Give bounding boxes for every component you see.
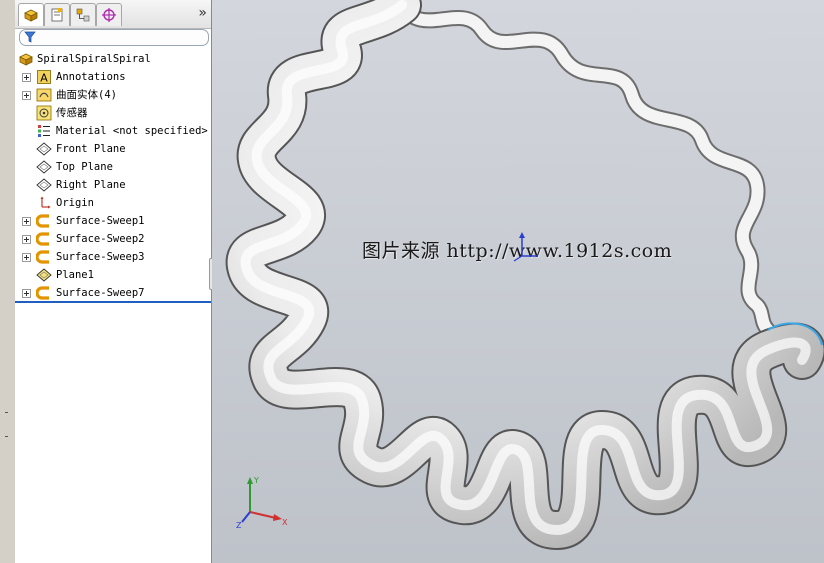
manager-tab-bar: » (15, 0, 211, 29)
material-icon (38, 125, 50, 137)
tab-dimxpert-manager[interactable] (96, 3, 122, 26)
sweep-icon (36, 250, 49, 264)
tree-item-sensors[interactable]: 传感器 (15, 104, 211, 122)
tree-item-surface-sweep2[interactable]: Surface-Sweep2 (15, 230, 211, 248)
tree-item-label: Front Plane (56, 143, 126, 155)
strip-tick (5, 412, 8, 413)
spiral-coil-model (225, 0, 824, 550)
property-manager-icon (51, 8, 63, 22)
graphics-viewport[interactable]: 图片来源 http://www.1912s.com Y X Z (212, 0, 824, 563)
tree-item-surface-sweep3[interactable]: Surface-Sweep3 (15, 248, 211, 266)
tree-item-surface-bodies[interactable]: 曲面实体(4) (15, 86, 211, 104)
sweep-icon (36, 214, 49, 228)
expand-toggle[interactable] (22, 289, 31, 298)
tree-item-label: Plane1 (56, 269, 94, 281)
tab-property-manager[interactable] (44, 3, 70, 26)
tree-item-label: Surface-Sweep7 (56, 287, 145, 299)
tree-item-plane1[interactable]: Plane1 (15, 266, 211, 284)
tree-item-label: 曲面实体(4) (56, 89, 117, 101)
plane-icon (36, 160, 52, 174)
filter-icon (24, 31, 36, 43)
feature-filter-input[interactable] (19, 29, 209, 46)
tree-item-right-plane[interactable]: Right Plane (15, 176, 211, 194)
origin-icon (40, 196, 51, 209)
strip-tick (5, 436, 8, 437)
surface-bodies-icon (36, 88, 52, 102)
plane-icon (36, 142, 52, 156)
tree-item-annotations[interactable]: A Annotations (15, 68, 211, 86)
dimxpert-icon (102, 8, 116, 22)
tree-item-root[interactable]: SpiralSpiralSpiral (15, 50, 211, 68)
tree-item-material[interactable]: Material <not specified> (15, 122, 211, 140)
sensors-icon (36, 105, 52, 121)
tree-item-label: Right Plane (56, 179, 126, 191)
part-icon (19, 53, 33, 66)
tree-item-origin[interactable]: Origin (15, 194, 211, 212)
configuration-manager-icon (76, 8, 90, 22)
tree-item-surface-sweep7[interactable]: Surface-Sweep7 (15, 284, 211, 302)
reference-triad: Y X Z (236, 476, 288, 530)
expand-toggle[interactable] (22, 91, 31, 100)
tab-overflow-chevron[interactable]: » (198, 5, 207, 21)
tree-item-label: 传感器 (56, 107, 88, 119)
feature-tree: SpiralSpiralSpiral A Annotations 曲面实体(4) (15, 50, 211, 302)
annotations-icon: A (37, 70, 51, 85)
plane-icon (36, 268, 52, 282)
sweep-icon (36, 286, 49, 300)
tree-item-label: Surface-Sweep1 (56, 215, 145, 227)
tree-item-label: Surface-Sweep3 (56, 251, 145, 263)
tab-feature-manager[interactable] (18, 3, 44, 26)
tree-item-label: Material <not specified> (56, 125, 208, 137)
feature-manager-panel: » SpiralSpiralSpiral A Annotations 曲面实体(… (15, 0, 212, 563)
rollback-bar[interactable] (15, 301, 211, 303)
triad-y-label: Y (253, 476, 259, 485)
tree-item-label: SpiralSpiralSpiral (37, 53, 151, 65)
expand-toggle[interactable] (22, 73, 31, 82)
tree-item-label: Top Plane (56, 161, 113, 173)
expand-toggle[interactable] (22, 253, 31, 262)
expand-toggle[interactable] (22, 235, 31, 244)
tree-item-surface-sweep1[interactable]: Surface-Sweep1 (15, 212, 211, 230)
origin-marker-icon (513, 232, 538, 262)
triad-z-label: Z (236, 521, 242, 530)
sweep-icon (36, 232, 49, 246)
triad-x-label: X (282, 518, 288, 527)
feature-manager-icon (24, 9, 38, 22)
tree-item-label: Surface-Sweep2 (56, 233, 145, 245)
tree-item-top-plane[interactable]: Top Plane (15, 158, 211, 176)
expand-toggle[interactable] (22, 217, 31, 226)
tree-item-label: Origin (56, 197, 94, 209)
tree-item-label: Annotations (56, 71, 126, 83)
left-edge-strip (0, 0, 16, 563)
tab-configuration-manager[interactable] (70, 3, 96, 26)
tree-item-front-plane[interactable]: Front Plane (15, 140, 211, 158)
svg-text:A: A (40, 72, 48, 85)
plane-icon (36, 178, 52, 192)
